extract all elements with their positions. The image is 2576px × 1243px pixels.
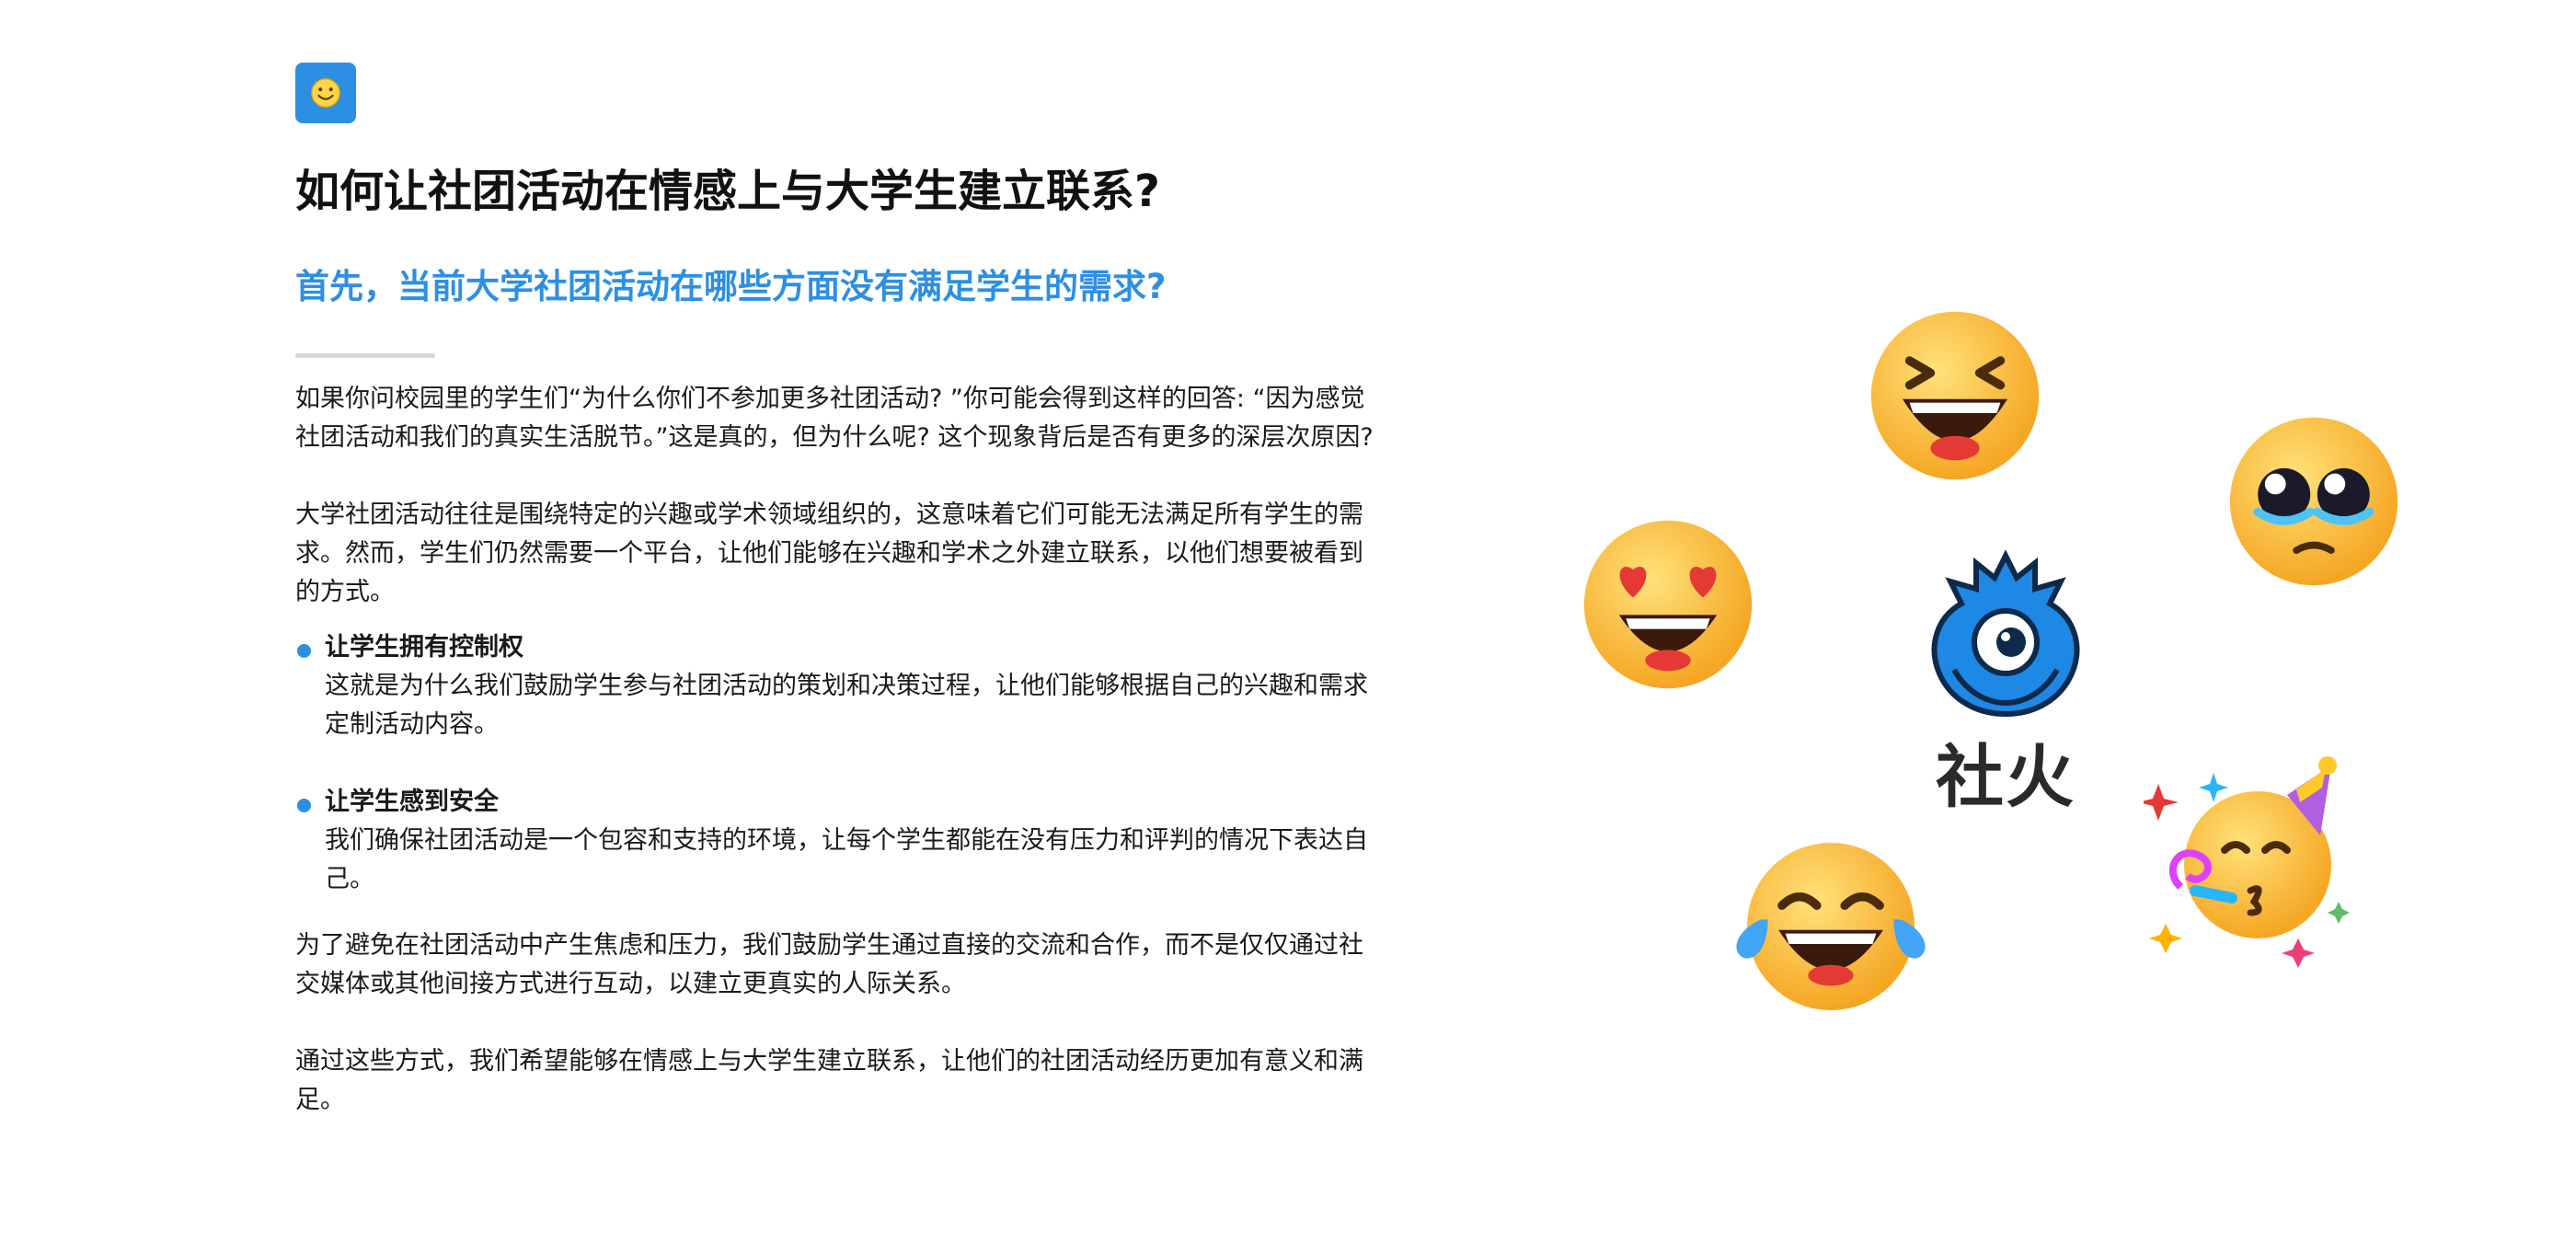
page-subtitle: 首先，当前大学社团活动在哪些方面没有满足学生的需求?: [295, 267, 1167, 306]
grinning-squinting-face-icon: [1868, 308, 2042, 483]
divider: [295, 353, 435, 359]
blue-flame-mascot-icon: [1914, 541, 2098, 725]
smiley-app-icon: [295, 63, 356, 123]
paragraph-approach: 为了避免在社团活动中产生焦虑和压力，我们鼓励学生通过直接的交流和合作，而不是仅仅…: [295, 931, 1363, 999]
pleading-face-icon: [2226, 414, 2401, 589]
paragraph-conclusion: 通过这些方式，我们希望能够在情感上与大学生建立联系，让他们的社团活动经历更加有意…: [295, 1047, 1363, 1115]
bullet-item: 让学生感到安全 我们确保社团活动是一个包容和支持的环境，让每个学生都能在没有压力…: [295, 783, 1381, 899]
paragraph-context: 大学社团活动往往是围绕特定的兴趣或学术领域组织的，这意味着它们可能无法满足所有学…: [295, 501, 1363, 607]
bullet-body: 这就是为什么我们鼓励学生参与社团活动的策划和决策过程，让他们能够根据自己的兴趣和…: [325, 672, 1368, 740]
heart-eyes-face-icon: [1581, 517, 1755, 692]
page-title: 如何让社团活动在情感上与大学生建立联系?: [295, 166, 1160, 217]
bullet-body: 我们确保社团活动是一个包容和支持的环境，让每个学生都能在没有压力和评判的情况下表…: [325, 826, 1368, 894]
article: 如何让社团活动在情感上与大学生建立联系? 首先，当前大学社团活动在哪些方面没有满…: [295, 63, 1381, 1120]
paragraph-intro: 如果你问校园里的学生们“为什么你们不参加更多社团活动? ”你可能会得到这样的回答…: [295, 385, 1374, 453]
bullet-list: 让学生拥有控制权 这就是为什么我们鼓励学生参与社团活动的策划和决策过程，让他们能…: [295, 628, 1381, 899]
partying-face-icon: [2144, 747, 2364, 968]
bullet-title: 让学生拥有控制权: [325, 633, 523, 662]
bullet-dot-icon: [297, 644, 311, 659]
brand-name: 社火: [1936, 738, 2076, 817]
bullet-dot-icon: [297, 799, 311, 813]
tears-of-joy-face-icon: [1730, 839, 1932, 1014]
bullet-item: 让学生拥有控制权 这就是为什么我们鼓励学生参与社团活动的策划和决策过程，让他们能…: [295, 628, 1381, 744]
page: 如何让社团活动在情感上与大学生建立联系? 首先，当前大学社团活动在哪些方面没有满…: [0, 0, 2576, 1243]
bullet-title: 让学生感到安全: [325, 788, 499, 817]
